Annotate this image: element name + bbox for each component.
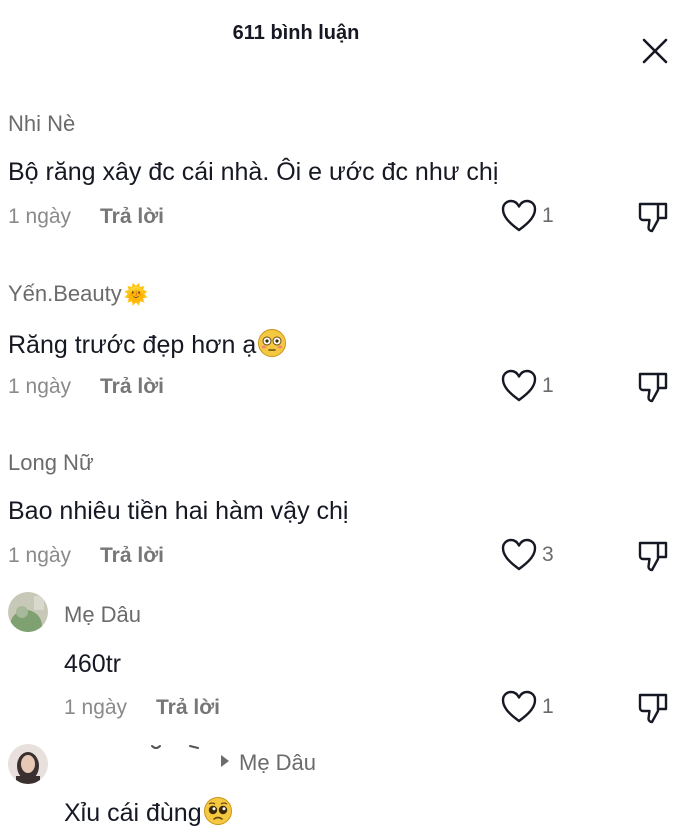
like-count: 1 (542, 374, 554, 397)
comment-username-text: Yến.Beauty (8, 281, 122, 306)
comment-username[interactable]: Yến.Beauty 🌞 (8, 281, 149, 307)
comment-text: Bộ răng xây đc cái nhà. Ôi e ước đc như … (8, 158, 499, 186)
dislike-button[interactable] (634, 689, 672, 727)
comment-time: 1 ngày (8, 544, 72, 567)
comments-header: 611 bình luận (0, 0, 700, 80)
heart-icon (501, 690, 537, 723)
dislike-button[interactable] (634, 368, 672, 406)
comment-count-title: 611 bình luận (232, 22, 360, 44)
thumbs-down-icon (638, 541, 668, 572)
avatar-image (8, 744, 48, 784)
redacted-username-scribble (151, 745, 199, 749)
reply-username[interactable]: Mẹ Dâu (64, 602, 141, 628)
like-button[interactable]: 1 (500, 689, 570, 725)
close-icon (642, 38, 668, 64)
comment-text: Bao nhiêu tiền hai hàm vậy chị (8, 497, 349, 525)
flushed-face-icon (258, 329, 287, 357)
comment-username[interactable]: Nhi Nè (8, 111, 75, 137)
reply-to-username[interactable]: Mẹ Dâu (239, 750, 316, 776)
reply-button[interactable]: Trả lời (100, 544, 164, 568)
comment-time: 1 ngày (8, 205, 72, 228)
thumbs-down-icon (638, 372, 668, 403)
like-button[interactable]: 1 (500, 368, 570, 404)
comment-text: Răng trước đẹp hơn ạ (8, 331, 257, 359)
sun-icon: 🌞 (123, 284, 149, 306)
thumbs-down-icon (638, 693, 668, 724)
reply-arrow-icon (221, 755, 229, 767)
like-count: 3 (542, 543, 554, 566)
heart-icon (501, 369, 537, 402)
like-count: 1 (542, 695, 554, 718)
reply-text: Xỉu cái đùng (64, 799, 202, 827)
reply-time: 1 ngày (64, 696, 128, 719)
heart-icon (501, 199, 537, 232)
reply-button[interactable]: Trả lời (100, 375, 164, 399)
like-button[interactable]: 1 (500, 198, 570, 234)
heart-icon (501, 538, 537, 571)
avatar[interactable] (8, 744, 48, 784)
thumbs-down-icon (638, 202, 668, 233)
pleading-face-icon (203, 797, 232, 825)
comment-username[interactable]: Long Nữ (8, 450, 94, 476)
reply-text-row: Xỉu cái đùng (64, 796, 233, 827)
comment-time: 1 ngày (8, 375, 72, 398)
close-button[interactable] (636, 32, 674, 70)
avatar[interactable] (8, 592, 48, 632)
reply-button[interactable]: Trả lời (100, 205, 164, 229)
like-count: 1 (542, 204, 554, 227)
dislike-button[interactable] (634, 198, 672, 236)
reply-text: 460tr (64, 650, 121, 678)
avatar-image (8, 592, 48, 632)
reply-button[interactable]: Trả lời (156, 696, 220, 720)
dislike-button[interactable] (634, 537, 672, 575)
comment-text-row: Răng trước đẹp hơn ạ (8, 328, 287, 360)
like-button[interactable]: 3 (500, 537, 570, 573)
